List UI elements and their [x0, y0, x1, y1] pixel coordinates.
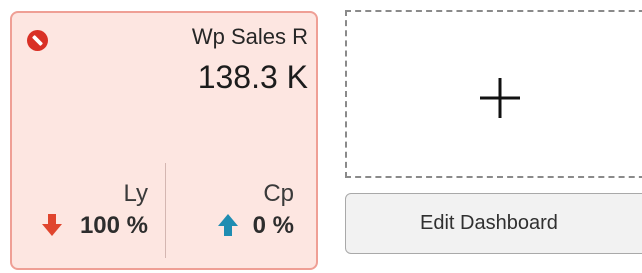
kpi-title: Wp Sales R: [191, 24, 308, 49]
arrow-up-icon: [218, 214, 238, 236]
comparison-label-cp: Cp: [263, 180, 294, 207]
kpi-divider: [165, 163, 166, 258]
dashboard-area: Wp Sales R 138.3 K Ly 100 % Cp 0 % Edit …: [0, 0, 642, 273]
plus-icon: [480, 78, 520, 118]
no-entry-icon: [27, 30, 48, 51]
edit-dashboard-button[interactable]: Edit Dashboard: [345, 193, 642, 254]
add-tile-placeholder[interactable]: [345, 10, 642, 178]
comparison-label-ly: Ly: [123, 180, 148, 207]
comparison-value-ly: 100 %: [79, 212, 148, 239]
arrow-down-icon: [42, 214, 62, 236]
comparison-value-cp: 0 %: [252, 212, 294, 239]
kpi-value: 138.3 K: [197, 59, 308, 95]
kpi-tile[interactable]: Wp Sales R 138.3 K Ly 100 % Cp 0 %: [10, 11, 318, 270]
